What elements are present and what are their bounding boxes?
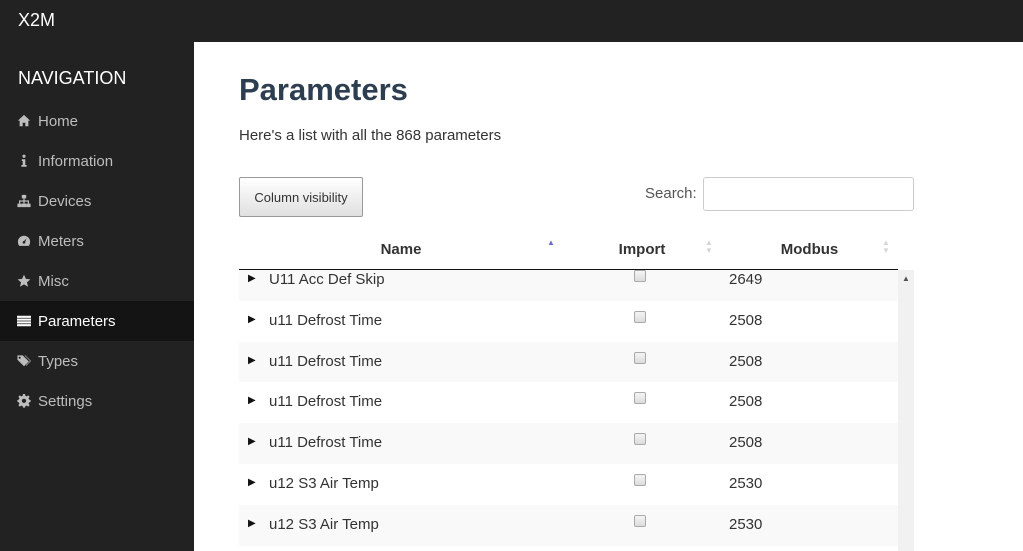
list-icon [17, 314, 31, 328]
sidebar: NAVIGATION Home Information Devices Mete… [0, 42, 194, 551]
info-icon [17, 154, 31, 168]
sidebar-item-label: Types [38, 352, 79, 370]
column-header-import[interactable]: Import ▲ ▼ [563, 230, 721, 268]
cell-modbus: 2530 [729, 515, 763, 533]
gear-icon [17, 394, 31, 408]
sidebar-item-label: Meters [38, 232, 84, 250]
table-scrollbar[interactable]: ▲ [898, 270, 914, 551]
sidebar-item-label: Misc [38, 272, 69, 290]
top-navbar: X2M [0, 0, 1023, 42]
page-title: Parameters [239, 72, 408, 107]
table-rows: ▶ U11 Acc Def Skip 2649 ▶ u11 Defrost Ti… [239, 270, 898, 546]
expand-row-icon[interactable]: ▶ [248, 273, 256, 284]
column-header-label: Modbus [780, 240, 839, 258]
sidebar-item-label: Settings [38, 392, 93, 410]
cell-name: u11 Defrost Time [269, 434, 383, 452]
cell-modbus: 2649 [729, 271, 763, 288]
star-icon [17, 274, 31, 288]
cell-name: u12 S3 Air Temp [269, 515, 379, 533]
nav-heading: NAVIGATION [18, 68, 127, 88]
sidebar-item-label: Information [38, 152, 114, 170]
table-row[interactable]: ▶ u11 Defrost Time 2508 [239, 341, 898, 383]
import-checkbox[interactable] [634, 270, 646, 282]
import-checkbox[interactable] [634, 392, 646, 405]
sitemap-icon [17, 194, 31, 208]
sidebar-item-label: Devices [38, 192, 92, 210]
page-subtitle: Here's a list with all the 868 parameter… [239, 127, 502, 144]
main-content: Parameters Here's a list with all the 86… [194, 42, 1023, 551]
search-input[interactable] [703, 177, 914, 211]
table-row[interactable]: ▶ u11 Defrost Time 2508 [239, 423, 898, 464]
expand-row-icon[interactable]: ▶ [248, 314, 256, 325]
import-checkbox[interactable] [634, 351, 646, 364]
table-row[interactable]: ▶ u11 Defrost Time 2508 [239, 300, 898, 342]
sidebar-item-meters[interactable]: Meters [0, 221, 194, 261]
column-header-name[interactable]: Name ▲ [239, 230, 563, 268]
sort-both-icon: ▲ ▼ [882, 238, 890, 255]
home-icon [17, 114, 31, 128]
sidebar-item-label: Parameters [38, 312, 116, 330]
sidebar-item-parameters[interactable]: Parameters [0, 301, 194, 341]
expand-row-icon[interactable]: ▶ [248, 395, 256, 406]
table-row[interactable]: ▶ u12 S3 Air Temp 2530 [239, 463, 898, 505]
brand-logo[interactable]: X2M [18, 10, 55, 31]
column-visibility-button[interactable]: Column visibility [239, 177, 363, 217]
sidebar-item-devices[interactable]: Devices [0, 181, 194, 221]
cell-name: u11 Defrost Time [269, 352, 383, 370]
expand-row-icon[interactable]: ▶ [248, 518, 256, 529]
import-checkbox[interactable] [634, 473, 646, 486]
tags-icon [17, 354, 31, 368]
dashboard-icon [17, 234, 31, 248]
column-header-label: Name [380, 240, 422, 258]
scroll-up-arrow-icon[interactable]: ▲ [898, 270, 914, 286]
sidebar-item-label: Home [38, 112, 79, 130]
cell-modbus: 2508 [729, 434, 763, 452]
cell-modbus: 2508 [729, 393, 763, 411]
cell-modbus: 2530 [729, 474, 763, 492]
sidebar-item-settings[interactable]: Settings [0, 381, 194, 421]
import-checkbox[interactable] [634, 514, 646, 527]
expand-row-icon[interactable]: ▶ [248, 436, 256, 447]
table-header: Name ▲ Import ▲ ▼ Modbus ▲ ▼ [239, 230, 898, 270]
cell-name: u12 S3 Air Temp [269, 474, 379, 492]
expand-row-icon[interactable]: ▶ [248, 477, 256, 488]
table-row[interactable]: ▶ U11 Acc Def Skip 2649 [239, 270, 898, 301]
import-checkbox[interactable] [634, 310, 646, 323]
search-label: Search: [645, 185, 697, 202]
table-row[interactable]: ▶ u12 S3 Air Temp 2530 [239, 504, 898, 546]
sidebar-item-misc[interactable]: Misc [0, 261, 194, 301]
sort-ascending-icon: ▲ [547, 238, 555, 247]
nav-list: Home Information Devices Meters Misc Par… [0, 101, 194, 421]
cell-name: U11 Acc Def Skip [269, 271, 385, 288]
sidebar-item-types[interactable]: Types [0, 341, 194, 381]
column-header-label: Import [618, 240, 666, 258]
cell-name: u11 Defrost Time [269, 393, 383, 411]
cell-name: u11 Defrost Time [269, 311, 383, 329]
import-checkbox[interactable] [634, 433, 646, 446]
sort-both-icon: ▲ ▼ [705, 238, 713, 255]
column-header-modbus[interactable]: Modbus ▲ ▼ [721, 230, 898, 268]
cell-modbus: 2508 [729, 311, 763, 329]
expand-row-icon[interactable]: ▶ [248, 355, 256, 366]
sidebar-item-home[interactable]: Home [0, 101, 194, 141]
sidebar-item-information[interactable]: Information [0, 141, 194, 181]
table-row[interactable]: ▶ u11 Defrost Time 2508 [239, 382, 898, 424]
cell-modbus: 2508 [729, 352, 763, 370]
table-body[interactable]: ▶ U11 Acc Def Skip 2649 ▶ u11 Defrost Ti… [239, 270, 898, 551]
